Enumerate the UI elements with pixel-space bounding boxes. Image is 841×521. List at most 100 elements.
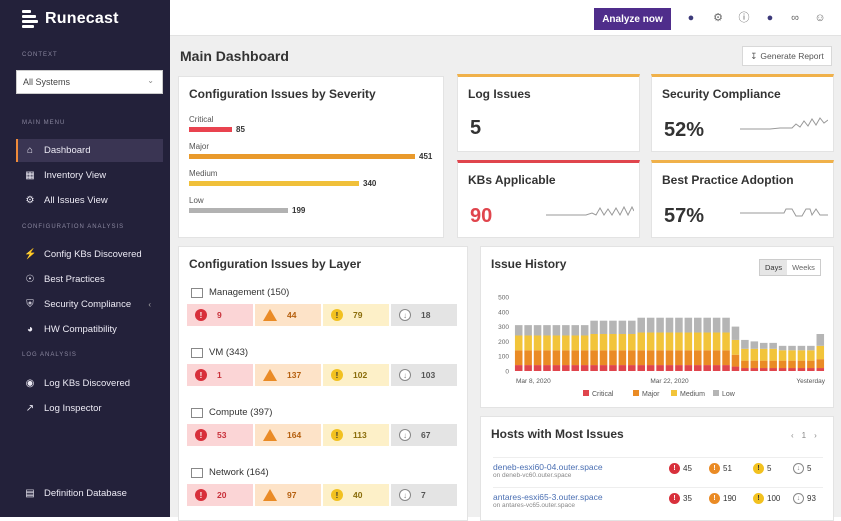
history-bar-critical[interactable] — [759, 368, 768, 371]
history-bar-low[interactable] — [590, 320, 598, 334]
history-bar-low[interactable] — [816, 334, 825, 346]
sidebar-item-inventory-view[interactable]: ▦ Inventory View — [16, 164, 163, 187]
history-bar-medium[interactable] — [722, 332, 730, 351]
layer-critical-cell[interactable]: ! 9 — [187, 304, 253, 326]
severity-bar[interactable] — [189, 181, 359, 186]
history-bar-major[interactable] — [759, 360, 768, 369]
history-bar-medium[interactable] — [797, 350, 806, 361]
history-bar-low[interactable] — [599, 320, 608, 334]
history-bar-medium[interactable] — [524, 335, 532, 351]
host-major-count[interactable]: ! 51 — [709, 463, 732, 474]
layer-critical-cell[interactable]: ! 20 — [187, 484, 253, 506]
history-bar-medium[interactable] — [646, 332, 655, 351]
host-critical-count[interactable]: ! 45 — [669, 463, 692, 474]
layer-low-cell[interactable]: ↓ 103 — [391, 364, 457, 386]
severity-bar[interactable] — [189, 127, 232, 132]
history-bar-critical[interactable] — [712, 365, 721, 371]
layer-major-cell[interactable]: 164 — [255, 424, 321, 446]
analyze-now-button[interactable]: Analyze now — [594, 8, 671, 30]
history-bar-critical[interactable] — [524, 365, 532, 371]
host-low-count[interactable]: ↓ 5 — [793, 463, 811, 474]
history-bar-major[interactable] — [646, 350, 655, 366]
history-bar-low[interactable] — [656, 317, 664, 333]
history-bar-major[interactable] — [656, 350, 664, 366]
history-bar-low[interactable] — [712, 317, 721, 333]
history-bar-low[interactable] — [750, 341, 759, 349]
chat-icon[interactable]: ● — [763, 11, 777, 25]
history-bar-low[interactable] — [580, 325, 589, 336]
history-bar-medium[interactable] — [637, 332, 645, 351]
host-link[interactable]: deneb-esxi60-04.outer.space — [493, 462, 603, 472]
history-bar-medium[interactable] — [778, 350, 787, 361]
layer-medium-cell[interactable]: ! 102 — [323, 364, 389, 386]
history-bar-medium[interactable] — [599, 334, 608, 351]
history-bar-medium[interactable] — [694, 332, 702, 351]
history-bar-medium[interactable] — [665, 332, 674, 351]
history-bar-major[interactable] — [637, 350, 645, 366]
log-issues-card[interactable]: Log Issues 5 — [457, 74, 640, 152]
history-bar-critical[interactable] — [731, 366, 740, 371]
history-bar-major[interactable] — [684, 350, 693, 366]
history-bar-critical[interactable] — [807, 368, 815, 371]
history-bar-major[interactable] — [750, 360, 759, 369]
gear-icon[interactable]: ⚙ — [711, 11, 725, 25]
history-bar-major[interactable] — [665, 350, 674, 366]
history-bar-major[interactable] — [552, 350, 561, 366]
layer-low-cell[interactable]: ↓ 18 — [391, 304, 457, 326]
sidebar-item-log-inspector[interactable]: ↗ Log Inspector — [16, 397, 163, 420]
user-icon[interactable]: ☺ — [813, 11, 827, 25]
history-bar-medium[interactable] — [684, 332, 693, 351]
history-bar-major[interactable] — [543, 350, 551, 366]
toggle-days[interactable]: Days — [760, 260, 788, 275]
history-bar-low[interactable] — [637, 317, 645, 333]
history-bar-medium[interactable] — [580, 335, 589, 351]
history-bar-major[interactable] — [741, 360, 749, 369]
history-bar-major[interactable] — [703, 350, 711, 366]
history-bar-critical[interactable] — [590, 365, 598, 371]
history-bar-low[interactable] — [807, 345, 815, 351]
layer-critical-cell[interactable]: ! 53 — [187, 424, 253, 446]
sidebar-item-security-compliance[interactable]: ⛨ Security Compliance ‹ — [16, 293, 163, 316]
history-bar-medium[interactable] — [675, 332, 683, 351]
history-bar-low[interactable] — [628, 320, 636, 334]
sidebar-item-definition-database[interactable]: ▤ Definition Database — [16, 482, 163, 505]
history-bar-low[interactable] — [533, 325, 542, 336]
history-bar-critical[interactable] — [552, 365, 561, 371]
history-bar-critical[interactable] — [797, 368, 806, 371]
legend-label[interactable]: Major — [642, 391, 660, 398]
history-bar-low[interactable] — [552, 325, 561, 336]
history-bar-major[interactable] — [599, 350, 608, 366]
layer-low-cell[interactable]: ↓ 67 — [391, 424, 457, 446]
history-bar-critical[interactable] — [750, 368, 759, 371]
link-icon[interactable]: ∞ — [788, 11, 802, 25]
layer-medium-cell[interactable]: ! 40 — [323, 484, 389, 506]
sidebar-item-dashboard[interactable]: ⌂ Dashboard — [16, 139, 163, 162]
history-bar-critical[interactable] — [778, 368, 787, 371]
history-bar-major[interactable] — [712, 350, 721, 366]
history-bar-critical[interactable] — [665, 365, 674, 371]
history-bar-major[interactable] — [609, 350, 617, 366]
history-bar-major[interactable] — [675, 350, 683, 366]
history-bar-medium[interactable] — [552, 335, 561, 351]
history-bar-critical[interactable] — [533, 365, 542, 371]
history-bar-major[interactable] — [514, 350, 523, 366]
history-bar-medium[interactable] — [543, 335, 551, 351]
history-bar-medium[interactable] — [750, 348, 759, 361]
history-bar-major[interactable] — [533, 350, 542, 366]
history-bar-major[interactable] — [797, 360, 806, 369]
history-bar-low[interactable] — [759, 342, 768, 349]
layer-major-cell[interactable]: 137 — [255, 364, 321, 386]
severity-bar[interactable] — [189, 208, 288, 213]
history-bar-critical[interactable] — [675, 365, 683, 371]
layer-medium-cell[interactable]: ! 79 — [323, 304, 389, 326]
kbs-applicable-card[interactable]: KBs Applicable 90 — [457, 160, 640, 238]
history-bar-low[interactable] — [731, 326, 740, 340]
history-bar-major[interactable] — [580, 350, 589, 366]
history-bar-low[interactable] — [618, 320, 627, 334]
history-bar-critical[interactable] — [722, 365, 730, 371]
history-bar-low[interactable] — [788, 345, 796, 351]
chevron-left-icon[interactable]: ‹ — [791, 431, 794, 440]
history-bar-critical[interactable] — [656, 365, 664, 371]
layer-low-cell[interactable]: ↓ 7 — [391, 484, 457, 506]
history-bar-medium[interactable] — [712, 332, 721, 351]
